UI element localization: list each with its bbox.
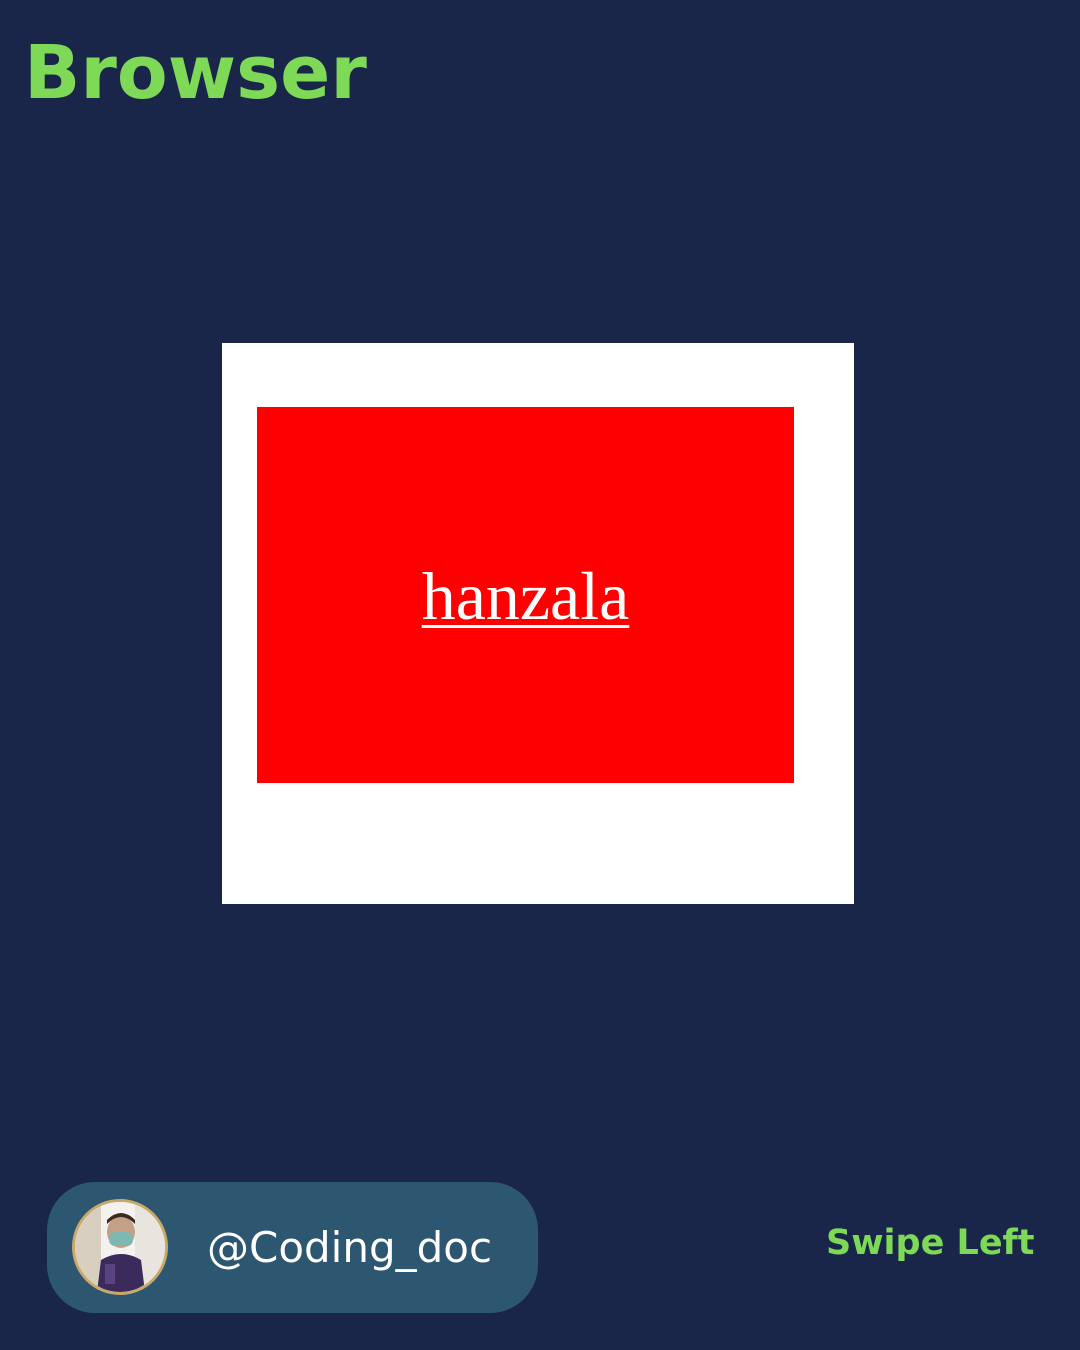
hanzala-link[interactable]: hanzala <box>422 557 630 636</box>
page-title: Browser <box>24 30 367 116</box>
profile-photo-icon <box>75 1202 165 1292</box>
swipe-left-label: Swipe Left <box>826 1223 1035 1263</box>
avatar <box>72 1199 168 1295</box>
handle-pill[interactable]: @Coding_doc <box>47 1182 538 1313</box>
browser-preview: hanzala <box>222 343 854 904</box>
red-box: hanzala <box>257 407 794 783</box>
handle-text: @Coding_doc <box>207 1223 493 1272</box>
